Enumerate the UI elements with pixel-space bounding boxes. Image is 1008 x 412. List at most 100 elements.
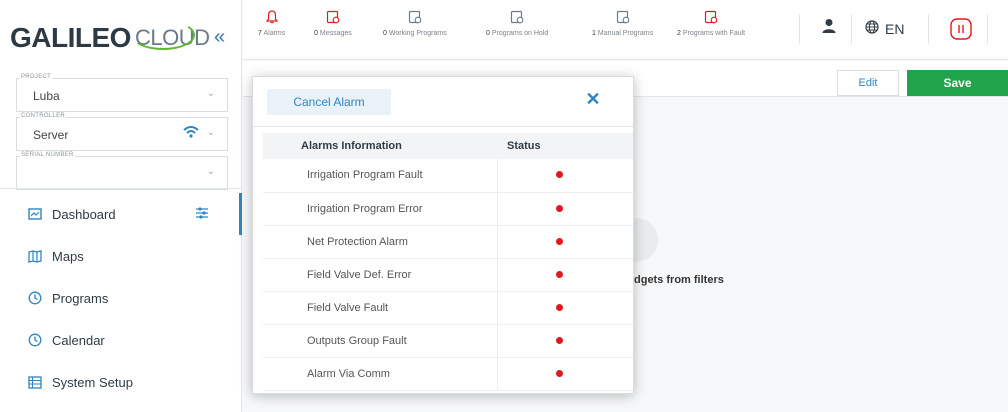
- status-dot: [555, 204, 563, 212]
- pause-button[interactable]: [950, 18, 972, 43]
- alarm-status: [497, 324, 633, 358]
- manual-programs-counter[interactable]: 1 Manual Programs: [592, 10, 653, 37]
- language-button[interactable]: EN: [865, 20, 904, 37]
- sidebar-item-label: Calendar: [52, 332, 105, 348]
- serial-number-label: SERIAL NUMBER: [20, 152, 75, 158]
- project-select[interactable]: PROJECT Luba ⌄: [16, 74, 228, 112]
- chevron-down-icon: ⌄: [206, 88, 215, 99]
- table-row[interactable]: Outputs Group Fault: [263, 324, 633, 358]
- alarm-name: Outputs Group Fault: [263, 324, 498, 358]
- sidebar-item-label: Maps: [52, 248, 84, 264]
- program-fault-icon: [677, 10, 745, 26]
- programs-on-hold-counter[interactable]: 0 Programs on Hold: [486, 10, 548, 37]
- divider: [987, 14, 988, 44]
- alarm-status: [497, 291, 633, 325]
- sidebar-item-label: System Setup: [52, 374, 133, 390]
- close-icon[interactable]: ✕: [583, 89, 603, 109]
- top-bar: 7 Alarms 0 Messages 0 Working Programs 0…: [243, 0, 1008, 60]
- sidebar-divider: [0, 188, 242, 189]
- alarm-status: [497, 258, 633, 292]
- clock-icon: [28, 291, 42, 305]
- programs-on-hold-label: Programs on Hold: [491, 30, 549, 37]
- alarms-modal: Cancel Alarm ✕ Alarms Information Status…: [252, 76, 634, 394]
- table-row[interactable]: Field Valve Def. Error: [263, 258, 633, 292]
- logo-name: GALILEO: [10, 22, 131, 53]
- alarm-status: [497, 192, 633, 226]
- divider: [799, 14, 800, 44]
- status-dot: [555, 237, 563, 245]
- sidebar-item-dashboard[interactable]: Dashboard: [0, 193, 242, 235]
- alarm-name: Net Protection Alarm: [263, 225, 498, 259]
- alarms-label: Alarms: [263, 30, 286, 37]
- edit-button[interactable]: Edit: [837, 70, 899, 96]
- clock-icon: [28, 333, 42, 347]
- sidebar-item-programs[interactable]: Programs: [0, 277, 242, 319]
- user-button[interactable]: [822, 18, 836, 37]
- logo: GALILEO CLOUD: [0, 0, 241, 76]
- controller-label: CONTROLLER: [20, 113, 67, 119]
- programs-on-hold-count: 0: [486, 30, 490, 37]
- status-dot: [555, 369, 563, 377]
- sidebar-item-system-setup[interactable]: System Setup: [0, 361, 242, 403]
- table-row[interactable]: Irrigation Program Error: [263, 192, 633, 226]
- controller-value: Server: [33, 128, 69, 142]
- column-header-alarms-information: Alarms Information: [263, 133, 497, 159]
- alarm-status: [497, 225, 633, 259]
- manual-programs-label: Manual Programs: [597, 30, 654, 37]
- status-dot: [555, 303, 563, 311]
- dashboard-icon: [28, 207, 42, 221]
- messages-count: 0: [314, 30, 318, 37]
- user-icon: [822, 19, 836, 37]
- alarms-table: Alarms Information Status Irrigation Pro…: [263, 133, 633, 391]
- messages-label: Messages: [319, 30, 352, 37]
- sidebar: GALILEO CLOUD « PROJECT Luba ⌄ CONTROLLE…: [0, 0, 242, 412]
- program-icon: [486, 10, 548, 26]
- project-label: PROJECT: [20, 74, 53, 80]
- alarm-status: [497, 159, 633, 193]
- program-icon: [383, 10, 447, 26]
- pause-icon: [950, 18, 972, 43]
- table-row[interactable]: Field Valve Fault: [263, 291, 633, 325]
- working-programs-counter[interactable]: 0 Working Programs: [383, 10, 447, 37]
- working-programs-label: Working Programs: [388, 30, 447, 37]
- alarm-name: Field Valve Def. Error: [263, 258, 498, 292]
- table-row[interactable]: Alarm Via Comm: [263, 357, 633, 391]
- map-icon: [28, 249, 42, 263]
- alarms-count: 7: [258, 30, 262, 37]
- alarm-name: Field Valve Fault: [263, 291, 498, 325]
- sidebar-item-calendar[interactable]: Calendar: [0, 319, 242, 361]
- divider: [851, 14, 852, 44]
- cancel-alarm-button[interactable]: Cancel Alarm: [267, 89, 391, 115]
- working-programs-count: 0: [383, 30, 387, 37]
- messages-counter[interactable]: 0 Messages: [314, 10, 352, 37]
- program-icon: [592, 10, 653, 26]
- modal-header: Cancel Alarm ✕: [253, 77, 633, 127]
- alarm-name: Irrigation Program Fault: [263, 159, 498, 193]
- filter-icon[interactable]: [196, 207, 208, 222]
- chevron-down-icon: ⌄: [206, 166, 215, 177]
- empty-state-text: dgets from filters: [634, 274, 724, 286]
- alarm-name: Alarm Via Comm: [263, 357, 498, 391]
- list-icon: [28, 375, 42, 389]
- chevron-down-icon: ⌄: [206, 127, 215, 138]
- sidebar-item-maps[interactable]: Maps: [0, 235, 242, 277]
- save-button[interactable]: Save: [907, 70, 1008, 96]
- alarm-status: [497, 357, 633, 391]
- manual-programs-count: 1: [592, 30, 596, 37]
- status-dot: [555, 171, 563, 179]
- table-row[interactable]: Irrigation Program Fault: [263, 159, 633, 193]
- collapse-sidebar-button[interactable]: «: [214, 26, 225, 49]
- status-dot: [555, 270, 563, 278]
- bell-icon: [258, 10, 285, 26]
- serial-number-select[interactable]: SERIAL NUMBER ⌄: [16, 152, 228, 190]
- sidebar-item-label: Programs: [52, 290, 109, 306]
- alarms-counter[interactable]: 7 Alarms: [258, 10, 285, 37]
- programs-with-fault-count: 2: [677, 30, 681, 37]
- table-row[interactable]: Net Protection Alarm: [263, 225, 633, 259]
- table-header-row: Alarms Information Status: [263, 133, 633, 159]
- cloud-arc-icon: [130, 20, 195, 50]
- language-label: EN: [885, 20, 905, 37]
- programs-with-fault-counter[interactable]: 2 Programs with Fault: [677, 10, 745, 37]
- status-dot: [555, 336, 563, 344]
- controller-select[interactable]: CONTROLLER Server ⌄: [16, 113, 228, 151]
